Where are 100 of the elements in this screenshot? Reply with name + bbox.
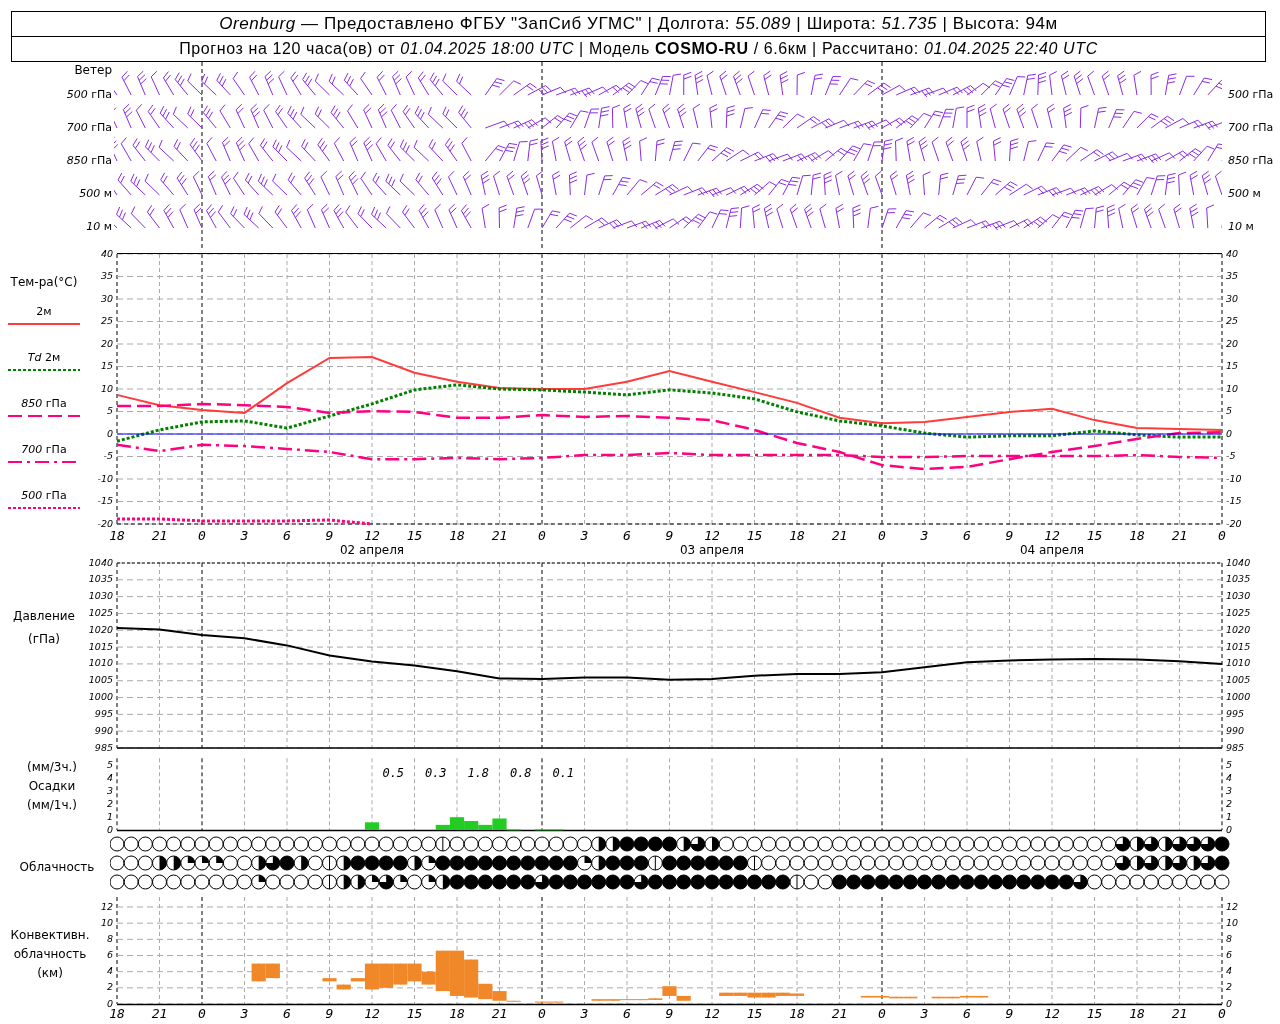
x-tick-label: 3 — [920, 527, 929, 543]
cloud-cover-icon — [1214, 836, 1230, 852]
cloud-cover-icon — [676, 874, 692, 890]
cloud-cover-icon — [832, 836, 847, 852]
y-tick-label: -5 — [1226, 450, 1236, 461]
y-tick-label: 1 — [106, 810, 113, 822]
cloud-cover-icon — [492, 836, 507, 852]
cloud-cover-icon — [945, 855, 961, 871]
cloud-cover-icon — [137, 836, 153, 852]
panel-label: (мм/3ч.) — [26, 759, 78, 775]
y-tick-label: 25 — [100, 315, 113, 326]
x-tick-label: 3 — [580, 1005, 589, 1021]
cloud-cover-icon — [902, 855, 918, 871]
cloud-cover-icon — [463, 855, 479, 871]
y-tick-label: 35 — [100, 270, 113, 281]
x-tick-label: 18 — [1129, 1005, 1145, 1021]
cloud-cover-icon — [931, 855, 947, 871]
cloud-cover-icon — [945, 836, 961, 852]
cloud-cover-icon — [775, 836, 791, 852]
precipitation-total-label: 0.8 — [509, 765, 532, 780]
cloud-cover-icon — [973, 836, 989, 852]
legend-line-icon — [8, 322, 80, 326]
cloud-cover-icon — [548, 874, 564, 890]
cloud-cover-icon — [718, 874, 734, 890]
x-tick-label: 18 — [449, 1005, 465, 1021]
panel-title: Ветер — [74, 62, 112, 78]
y-tick-label: 0 — [106, 427, 113, 439]
y-tick-label: 10 — [1226, 382, 1239, 394]
panel-title: Тем-ра(°C) — [10, 274, 78, 290]
date-label: 04 апреля — [1019, 542, 1085, 557]
y-tick-label: 20 — [100, 337, 113, 349]
cloud-cover-icon — [562, 836, 578, 852]
cloud-cover-icon — [293, 855, 309, 871]
cloud-cover-icon — [322, 836, 337, 852]
y-tick-label: 1040 — [88, 558, 113, 568]
cloud-cover-icon — [605, 874, 621, 890]
cloud-cover-icon — [449, 855, 465, 871]
cloud-cover-icon — [732, 874, 748, 890]
cloud-cover-icon — [1016, 874, 1032, 890]
cloud-cover-icon — [676, 855, 692, 871]
cloud-cover-icon — [1157, 874, 1173, 890]
x-tick-label: 6 — [963, 1005, 971, 1021]
cloud-cover-icon — [1072, 855, 1088, 871]
y-tick-label: 0 — [1226, 823, 1233, 835]
level-label: 850 гПа — [1228, 153, 1275, 169]
x-tick-label: 21 — [491, 527, 508, 543]
legend-label: 500 гПа — [21, 488, 67, 504]
cloud-cover-icon — [888, 874, 904, 890]
cloud-cover-icon — [463, 874, 479, 890]
cloud-cover-icon — [1186, 836, 1202, 852]
y-tick-label: 1025 — [1226, 606, 1251, 618]
cloud-cover-icon — [534, 855, 550, 871]
x-tick-label: 18 — [109, 527, 125, 543]
cloud-cover-icon — [166, 855, 182, 871]
cloud-cover-icon — [917, 855, 932, 871]
y-tick-label: 40 — [1226, 250, 1239, 259]
y-tick-label: 1000 — [88, 691, 113, 703]
x-tick-label: 0 — [198, 527, 206, 543]
x-tick-label: 3 — [240, 1005, 249, 1021]
y-tick-label: -15 — [1226, 495, 1242, 506]
cloud-cover-icon — [166, 874, 182, 890]
y-tick-label: 4 — [1226, 965, 1233, 977]
x-tick-label: 15 — [746, 527, 763, 543]
y-tick-label: 2 — [106, 981, 113, 993]
cloud-cover-icon — [1115, 874, 1131, 890]
y-tick-label: 0 — [1226, 427, 1233, 439]
cloud-cover-icon — [378, 836, 394, 852]
panel-label: Осадки — [28, 778, 76, 794]
level-label: 700 гПа — [66, 120, 112, 136]
x-tick-label: 0 — [538, 527, 546, 543]
cloud-cover-icon — [987, 855, 1003, 871]
y-tick-label: 15 — [100, 360, 113, 371]
x-tick-label: 3 — [240, 527, 249, 543]
y-tick-label: 2 — [106, 797, 113, 809]
date-label: 02 апреля — [339, 542, 405, 557]
cloud-cover-icon — [123, 855, 139, 871]
y-tick-label: 6 — [106, 949, 113, 960]
cloud-cover-icon — [534, 836, 550, 852]
precipitation-total-label: 0.3 — [424, 765, 447, 780]
cloud-cover-icon — [350, 874, 366, 890]
x-tick-label: 12 — [1044, 527, 1060, 543]
panel-label: Давление — [13, 608, 75, 624]
cloud-cover-icon — [548, 836, 564, 852]
y-tick-label: 5 — [106, 405, 113, 416]
cloud-cover-icon — [364, 836, 380, 852]
cloud-cover-icon — [1200, 836, 1216, 852]
cloud-cover-icon — [1044, 874, 1060, 890]
cloud-cover-icon — [435, 855, 451, 871]
cloud-cover-icon — [577, 855, 592, 871]
cloud-cover-icon — [732, 855, 748, 871]
y-tick-label: 1010 — [88, 657, 113, 669]
cloud-cover-icon — [477, 855, 493, 871]
cloud-cover-icon — [1030, 836, 1046, 852]
cloud-cover-icon — [747, 836, 762, 852]
cloud-cover-icon — [761, 874, 777, 890]
cloud-cover-icon — [265, 836, 281, 852]
y-tick-label: 12 — [1226, 900, 1239, 912]
cloud-cover-icon — [435, 874, 451, 890]
cloud-cover-icon — [662, 836, 677, 852]
cloud-cover-icon — [137, 855, 153, 871]
